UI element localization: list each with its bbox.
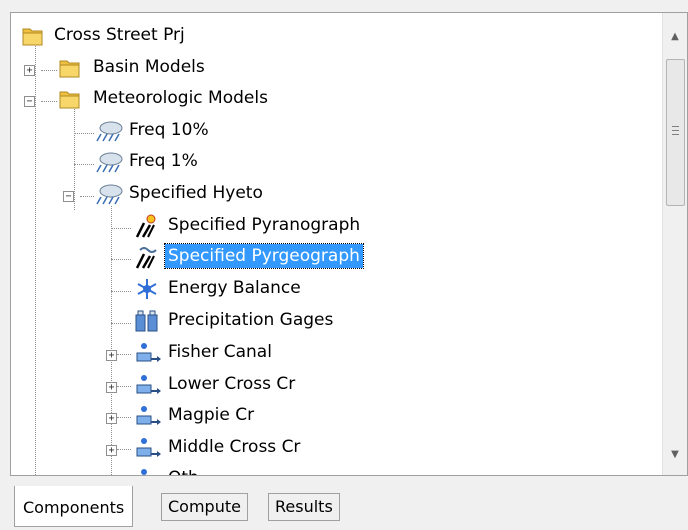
vertical-scrollbar[interactable]: ▲ ▼	[662, 13, 687, 475]
expand-icon[interactable]: +	[106, 445, 117, 456]
tree-item-label: Specified Pyrgeograph	[164, 243, 364, 269]
grip-line	[672, 126, 679, 127]
tree-item-magpie-cr[interactable]: + Magpie Cr	[11, 400, 661, 430]
tree-item-label: Oth...	[165, 466, 218, 475]
shortwave-radiation-icon	[135, 214, 156, 238]
subbasin-icon	[136, 375, 161, 394]
tree-item-oth[interactable]: + Oth...	[11, 463, 661, 475]
tree-item-label: Specified Hyeto	[129, 183, 263, 203]
folder-icon	[22, 28, 43, 46]
tab-compute[interactable]: Compute	[161, 493, 248, 521]
folder-icon	[59, 91, 80, 109]
expand-icon[interactable]: +	[106, 350, 117, 361]
tree-item-label: Freq 1%	[129, 151, 198, 171]
expand-icon[interactable]: +	[106, 413, 117, 424]
expand-icon[interactable]: +	[106, 382, 117, 393]
cloud-rain-icon	[96, 152, 123, 173]
tab-components[interactable]: Components	[14, 486, 134, 527]
tree-item-specified-pyrgeograph[interactable]: Specified Pyrgeograph	[11, 241, 661, 271]
grip-line	[672, 134, 679, 135]
tree-item-label: Magpie Cr	[168, 405, 255, 425]
snowflake-icon	[137, 279, 157, 299]
tree-item-label: Precipitation Gages	[168, 310, 334, 330]
tree-item-label: Energy Balance	[168, 278, 301, 298]
tree-item-basin-models[interactable]: + Basin Models	[11, 52, 661, 82]
tree-item-energy-balance[interactable]: Energy Balance	[11, 273, 661, 303]
component-tree[interactable]: Cross Street Prj + Basin Models − Meteor…	[10, 12, 688, 476]
folder-icon	[59, 60, 80, 78]
tree-item-label: Fisher Canal	[168, 342, 272, 362]
tree-item-precipitation-gages[interactable]: Precipitation Gages	[11, 305, 661, 335]
tree-item-fisher-canal[interactable]: + Fisher Canal	[11, 337, 661, 367]
collapse-icon[interactable]: −	[24, 96, 35, 107]
grip-line	[672, 130, 679, 131]
tree-item-label: Meteorologic Models	[93, 88, 268, 108]
tree-item-freq-10[interactable]: Freq 10%	[11, 115, 661, 145]
tree-item-middle-cross-cr[interactable]: + Middle Cross Cr	[11, 432, 661, 462]
precipitation-gages-icon	[135, 310, 158, 332]
tree-item-label: Specified Pyranograph	[168, 215, 361, 235]
tree-item-label: Lower Cross Cr	[168, 374, 296, 394]
scroll-up-icon[interactable]: ▲	[663, 25, 687, 49]
tab-results[interactable]: Results	[268, 493, 340, 521]
scroll-thumb[interactable]	[666, 59, 685, 206]
cloud-rain-icon	[96, 121, 123, 142]
tree-item-cross-street-prj[interactable]: Cross Street Prj	[11, 20, 661, 50]
tab-strip: Components Compute Results	[14, 486, 688, 527]
expand-icon[interactable]: +	[24, 65, 35, 76]
collapse-icon[interactable]: −	[63, 191, 74, 202]
subbasin-icon	[136, 406, 161, 425]
tree-item-lower-cross-cr[interactable]: + Lower Cross Cr	[11, 369, 661, 399]
tree-item-label: Freq 10%	[129, 120, 209, 140]
tree-item-meteorologic-models[interactable]: − Meteorologic Models	[11, 83, 661, 113]
subbasin-icon	[136, 343, 161, 362]
tree-item-specified-pyranograph[interactable]: Specified Pyranograph	[11, 210, 661, 240]
subbasin-icon	[141, 469, 147, 475]
tree-item-label: Middle Cross Cr	[168, 437, 301, 457]
tree-item-specified-hyeto[interactable]: − Specified Hyeto	[11, 178, 661, 208]
tree-item-label: Cross Street Prj	[54, 25, 185, 45]
tree-item-label: Basin Models	[93, 57, 205, 77]
cloud-rain-icon	[96, 184, 123, 205]
scroll-down-icon[interactable]: ▼	[663, 443, 687, 467]
tree-item-freq-1[interactable]: Freq 1%	[11, 146, 661, 176]
subbasin-icon	[136, 438, 161, 457]
longwave-radiation-icon	[135, 247, 157, 269]
